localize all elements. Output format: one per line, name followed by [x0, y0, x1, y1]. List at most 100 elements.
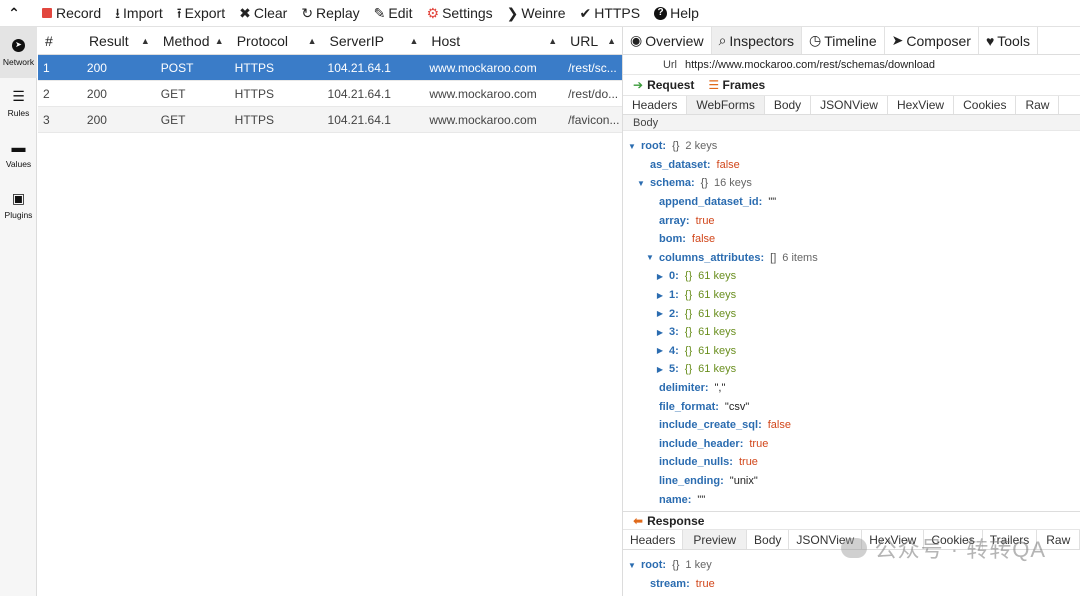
- tab-overview[interactable]: ◉ Overview: [623, 27, 712, 54]
- response-tab-headers[interactable]: Headers: [623, 530, 684, 549]
- tree-node[interactable]: ▼ root: {} 2 keys: [623, 137, 1080, 156]
- sidebar-item-plugins[interactable]: ▣ Plugins: [0, 180, 37, 231]
- wechat-icon: [840, 538, 867, 558]
- response-tab-body[interactable]: Body: [747, 530, 790, 549]
- cell-host: www.mockaroo.com: [429, 86, 537, 101]
- plugins-icon: ▣: [11, 190, 26, 206]
- sidebar-item-network[interactable]: ➤ Network: [0, 27, 37, 78]
- record-button[interactable]: Record: [42, 5, 101, 21]
- request-tab-hexview[interactable]: HexView: [888, 96, 955, 114]
- list-header: # Result ▲︎ Method ▲︎ Protocol ▲︎ ServerIP ▲…: [38, 27, 622, 55]
- column-header-protocol[interactable]: Protocol ▲︎: [230, 33, 323, 49]
- column-header-result[interactable]: Result ▲︎: [82, 33, 156, 49]
- sort-icon: ▲︎: [140, 35, 150, 46]
- inspector-panel: ◉ Overview ⌕ Inspectors ◷ Timeline ➤ Compose…: [623, 27, 1080, 596]
- https-button[interactable]: ✔ HTTPS: [579, 5, 640, 21]
- tree-node[interactable]: ▶ 1: {} 61 keys: [623, 286, 1080, 305]
- sidebar: ➤ Network ☰ Rules ▬ Values ▣ Plugins: [0, 27, 37, 596]
- replay-button[interactable]: ↻ Replay: [301, 5, 359, 21]
- collapsed-arrow-icon[interactable]: ▶: [655, 346, 665, 355]
- url-label: Url: [662, 58, 677, 71]
- tree-node: include_header: true: [659, 437, 769, 450]
- tree-node: line_ending: "unix": [659, 474, 758, 487]
- collapsed-arrow-icon[interactable]: ▶: [655, 365, 665, 374]
- weinre-button[interactable]: ❯ Weinre: [507, 5, 566, 21]
- record-icon: [42, 8, 52, 18]
- collapsed-arrow-icon[interactable]: ▶: [655, 328, 665, 337]
- tree-node: delimiter: ",": [659, 382, 726, 395]
- sidebar-item-rules[interactable]: ☰ Rules: [0, 78, 37, 129]
- tree-node[interactable]: ▶ 5: {} 61 keys: [623, 360, 1080, 379]
- tab-tools[interactable]: ♥ Tools: [979, 27, 1038, 54]
- tree-node[interactable]: ▶ 3: {} 61 keys: [623, 323, 1080, 342]
- expanded-arrow-icon[interactable]: ▼: [627, 142, 637, 151]
- request-label[interactable]: Request: [647, 78, 694, 92]
- collapse-chevron-icon[interactable]: ⌃: [0, 0, 28, 27]
- tree-node[interactable]: ▶ 2: {} 61 keys: [623, 304, 1080, 323]
- sort-icon: ▲︎: [607, 35, 617, 46]
- watermark: 公众号 · 转转QA: [840, 532, 1046, 564]
- column-header-number[interactable]: #: [38, 33, 82, 49]
- column-header-serverip[interactable]: ServerIP ▲︎: [323, 33, 425, 49]
- table-row[interactable]: 2 200 GET HTTPS 104.21.64.1 www.mockaroo…: [38, 81, 622, 107]
- expanded-arrow-icon[interactable]: ▼: [636, 179, 646, 188]
- column-header-host[interactable]: Host ▲︎: [424, 33, 563, 49]
- cell-method: GET: [160, 86, 186, 101]
- tree-node[interactable]: ▼ schema: {} 16 keys: [623, 174, 1080, 193]
- sidebar-item-values[interactable]: ▬ Values: [0, 129, 37, 180]
- request-tab-body[interactable]: Body: [765, 96, 812, 114]
- cell-serverip: 104.21.64.1: [327, 60, 391, 75]
- table-row[interactable]: 1 200 POST HTTPS 104.21.64.1 www.mockaro…: [38, 55, 622, 81]
- export-button[interactable]: ⭱ Export: [177, 5, 225, 21]
- sort-icon: ▲︎: [214, 35, 224, 46]
- cell-url: /rest/do...: [568, 86, 619, 101]
- tree-node: include_nulls: true: [659, 456, 758, 469]
- frames-tab[interactable]: ☰ Frames: [708, 78, 765, 92]
- clear-icon: ✖: [239, 5, 251, 21]
- cell-protocol: HTTPS: [234, 86, 275, 101]
- clock-icon: ◷: [809, 32, 822, 48]
- collapsed-arrow-icon[interactable]: ▶: [655, 291, 665, 300]
- request-tab-headers[interactable]: Headers: [623, 96, 688, 114]
- cell-serverip: 104.21.64.1: [327, 86, 391, 101]
- collapsed-arrow-icon[interactable]: ▶: [655, 309, 665, 318]
- collapsed-arrow-icon[interactable]: ▶: [655, 272, 665, 281]
- request-tab-cookies[interactable]: Cookies: [954, 96, 1017, 114]
- cell-serverip: 104.21.64.1: [327, 112, 391, 127]
- heart-icon: ♥: [985, 32, 995, 49]
- check-icon: ✔: [579, 5, 592, 21]
- inspector-tabs: ◉ Overview ⌕ Inspectors ◷ Timeline ➤ Compose…: [623, 27, 1080, 55]
- edit-button[interactable]: ✎ Edit: [374, 5, 413, 21]
- tree-node[interactable]: ▶ 4: {} 61 keys: [623, 342, 1080, 361]
- tab-composer[interactable]: ➤ Composer: [885, 27, 979, 54]
- expanded-arrow-icon[interactable]: ▼: [627, 561, 637, 570]
- tab-inspectors[interactable]: ⌕ Inspectors: [711, 27, 803, 54]
- cell-result: 200: [86, 86, 107, 101]
- response-label[interactable]: Response: [647, 514, 704, 528]
- tab-timeline[interactable]: ◷ Timeline: [802, 27, 885, 54]
- tree-node[interactable]: ▶ 0: {} 61 keys: [623, 267, 1080, 286]
- eye-icon: ◉: [630, 32, 643, 48]
- settings-icon: ⚙: [426, 5, 440, 21]
- request-tab-jsonview[interactable]: JSONView: [811, 96, 888, 114]
- settings-button[interactable]: ⚙ Settings: [427, 5, 493, 21]
- table-row[interactable]: 3 200 GET HTTPS 104.21.64.1 www.mockaroo…: [38, 107, 622, 133]
- import-button[interactable]: ⭳ Import: [115, 5, 163, 21]
- help-icon: ?: [654, 6, 668, 20]
- response-section-header: ⬅ Response: [623, 511, 1080, 529]
- tree-node: include_create_sql: false: [659, 419, 791, 432]
- cell-url: /rest/sc...: [568, 60, 617, 75]
- column-header-url[interactable]: URL ▲︎: [563, 33, 622, 49]
- tree-node[interactable]: ▼ columns_attributes: [] 6 items: [623, 249, 1080, 268]
- response-tab-preview[interactable]: Preview: [683, 530, 748, 549]
- cell-protocol: HTTPS: [234, 112, 275, 127]
- expanded-arrow-icon[interactable]: ▼: [645, 253, 655, 262]
- cell-result: 200: [86, 60, 107, 75]
- clear-button[interactable]: ✖ Clear: [239, 5, 287, 21]
- url-value[interactable]: https://www.mockaroo.com/rest/schemas/do…: [685, 59, 935, 71]
- help-button[interactable]: ? Help: [654, 5, 699, 21]
- request-tab-webforms[interactable]: WebForms: [687, 96, 765, 114]
- column-header-method[interactable]: Method ▲︎: [156, 33, 230, 49]
- export-icon: ⭱: [176, 5, 182, 21]
- request-tab-raw[interactable]: Raw: [1016, 96, 1060, 114]
